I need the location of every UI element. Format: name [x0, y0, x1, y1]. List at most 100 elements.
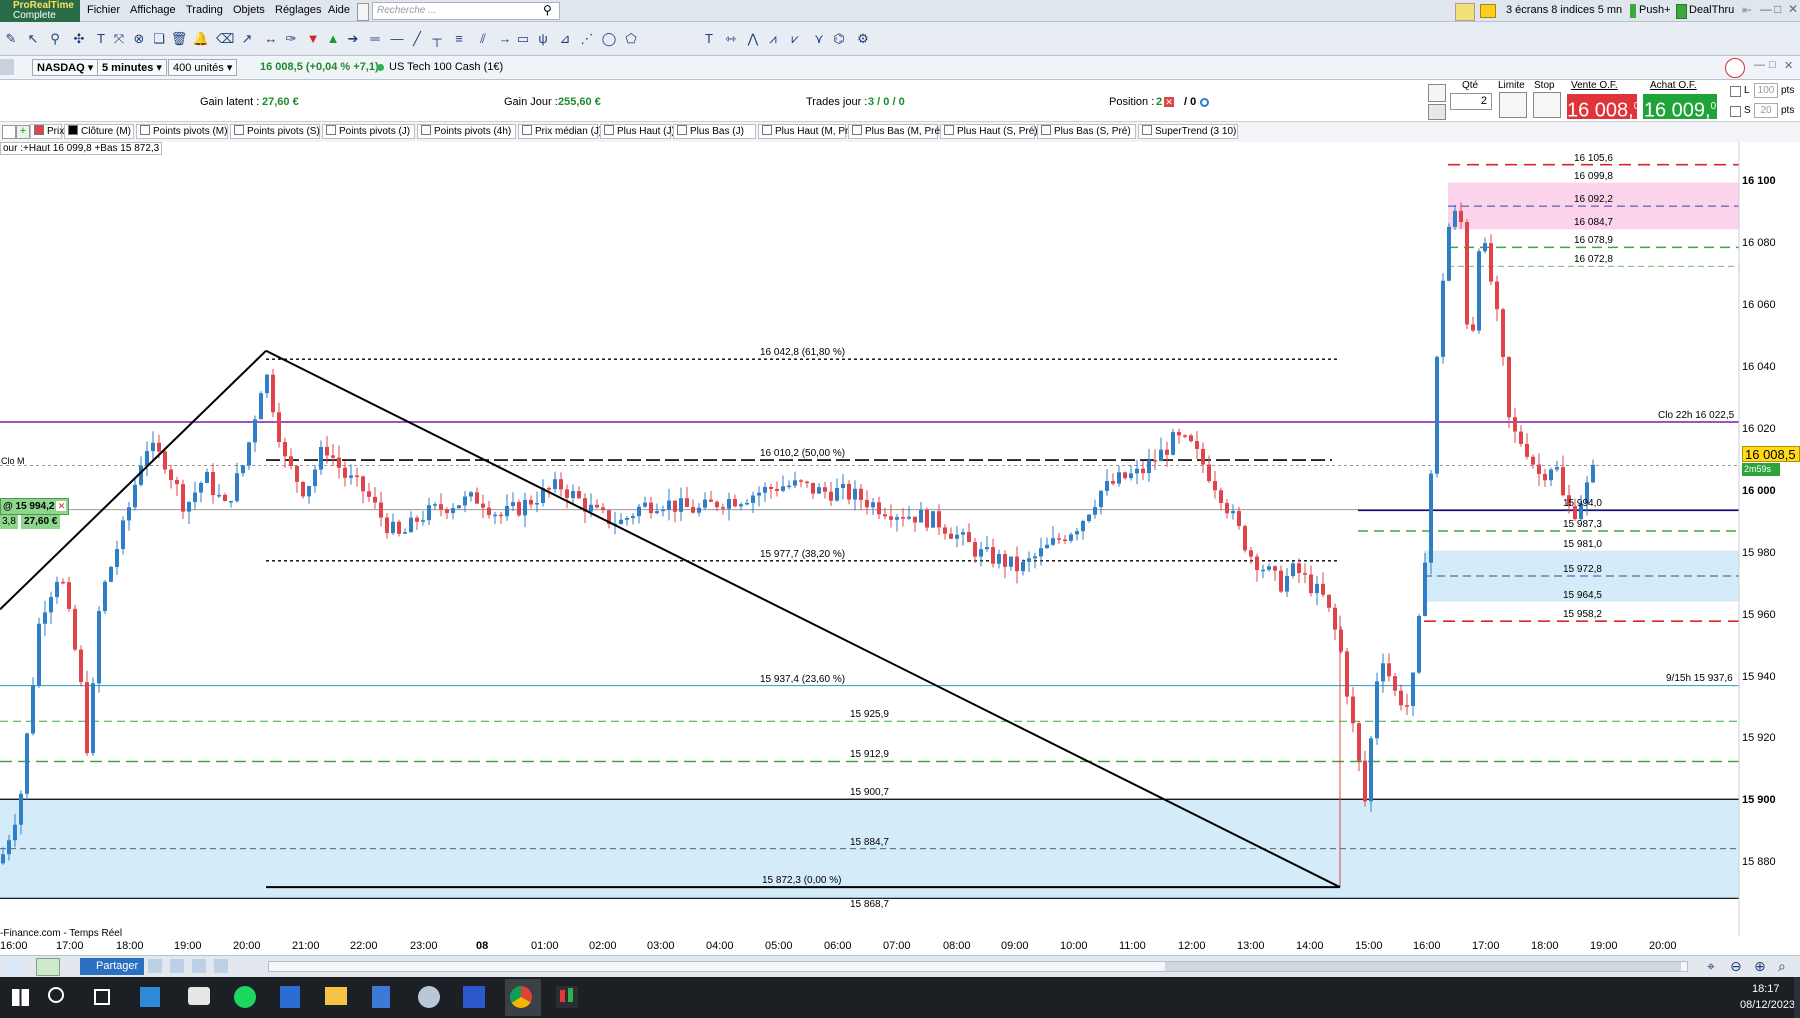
- task-view-icon[interactable]: [94, 989, 110, 1005]
- pattern5-icon[interactable]: ⌬: [830, 30, 848, 48]
- add-indicator-icon[interactable]: +: [16, 125, 30, 139]
- indicator-checkbox[interactable]: [68, 125, 78, 135]
- diagonal-line-icon[interactable]: ╱: [408, 30, 426, 48]
- search-taskbar-icon[interactable]: [48, 987, 64, 1003]
- calculator-icon[interactable]: [1428, 104, 1446, 120]
- channel-icon[interactable]: ≡: [450, 30, 468, 48]
- measure-icon[interactable]: ⇿: [722, 30, 740, 48]
- push-label[interactable]: Push+: [1639, 4, 1671, 16]
- menu-reglages[interactable]: Réglages: [275, 4, 321, 16]
- indicator-prix-m-dian-j[interactable]: Prix médian (J): [518, 124, 602, 139]
- calculator-app-icon[interactable]: [372, 986, 390, 1008]
- l-checkbox[interactable]: [1730, 86, 1741, 97]
- sync-icon[interactable]: [1725, 58, 1745, 78]
- settings-icon[interactable]: ⚙: [854, 30, 872, 48]
- pencil-icon[interactable]: [1455, 3, 1475, 21]
- trash-icon[interactable]: 🗑: [170, 30, 188, 48]
- pitchfork-icon[interactable]: ψ: [534, 30, 552, 48]
- spotify-icon[interactable]: [234, 986, 256, 1008]
- buy-arrow-icon[interactable]: ▲: [324, 30, 342, 48]
- instrument-handle[interactable]: [0, 59, 14, 75]
- indicator-prix[interactable]: Prix: [30, 124, 64, 139]
- indicator-plus-bas-j[interactable]: Plus Bas (J): [673, 124, 756, 139]
- indicator-checkbox[interactable]: [421, 125, 431, 135]
- ray-icon[interactable]: →: [496, 30, 514, 48]
- pattern4-icon[interactable]: ⋎: [810, 30, 828, 48]
- indicator-points-pivots-4h[interactable]: Points pivots (4h): [417, 124, 516, 139]
- layout-label[interactable]: 3 écrans 8 indices 5 mn: [1506, 4, 1622, 16]
- menu-aide[interactable]: Aide: [328, 4, 350, 16]
- indicator-plus-bas-m-pr[interactable]: Plus Bas (M, Pré): [848, 124, 943, 139]
- indicator-plus-bas-s-pr[interactable]: Plus Bas (S, Pré): [1037, 124, 1136, 139]
- indicator-checkbox[interactable]: [34, 125, 44, 135]
- close-icon[interactable]: ✕: [1788, 2, 1798, 16]
- minimize-icon[interactable]: —: [1760, 2, 1772, 16]
- windows-start-icon[interactable]: [12, 989, 29, 1006]
- close-position-icon[interactable]: ✕: [1164, 97, 1174, 107]
- sell-arrow-icon[interactable]: ▼: [304, 30, 322, 48]
- drive-icon[interactable]: [188, 987, 210, 1005]
- fan-icon[interactable]: ⋰: [578, 30, 596, 48]
- indicator-plus-haut-m-pr[interactable]: Plus Haut (M, Pré): [758, 124, 857, 139]
- chrome-icon[interactable]: [510, 986, 532, 1008]
- arrow-right-icon[interactable]: ➔: [344, 30, 362, 48]
- cursor-icon[interactable]: ↖: [24, 30, 42, 48]
- s-points-input[interactable]: 20: [1754, 103, 1778, 118]
- brush-icon[interactable]: ✑: [282, 30, 300, 48]
- indicator-checkbox[interactable]: [1041, 125, 1051, 135]
- prorealtime-taskbar-icon[interactable]: [556, 986, 578, 1008]
- zoom-in-icon[interactable]: ⊕: [1754, 958, 1766, 975]
- search-input[interactable]: Recherche ...: [372, 2, 560, 20]
- timeframe-select[interactable]: 5 minutes ▾: [97, 59, 167, 76]
- poly-icon[interactable]: ⬠: [622, 30, 640, 48]
- l-points-input[interactable]: 100: [1754, 83, 1778, 98]
- indicator-checkbox[interactable]: [677, 125, 687, 135]
- gann-icon[interactable]: ⊿: [556, 30, 574, 48]
- buy-button[interactable]: 16 009,0: [1643, 94, 1717, 122]
- indicator-cl-ture-m[interactable]: Clôture (M): [64, 124, 134, 139]
- scrollbar-thumb[interactable]: [1165, 962, 1681, 971]
- alert-icon[interactable]: 🔔: [192, 30, 210, 48]
- pattern1-icon[interactable]: ⋀: [744, 30, 762, 48]
- delete-icon[interactable]: ⌫: [216, 30, 234, 48]
- indicator-points-pivots-j[interactable]: Points pivots (J): [322, 124, 415, 139]
- zoom-fit-icon[interactable]: ⌖: [1707, 958, 1715, 975]
- menu-trading[interactable]: Trading: [186, 4, 223, 16]
- folder-icon[interactable]: [1480, 4, 1496, 18]
- print-icon[interactable]: [192, 959, 206, 973]
- indicator-checkbox[interactable]: [852, 125, 862, 135]
- zoom-reset-icon[interactable]: ⌕: [1778, 958, 1786, 975]
- position-tag[interactable]: @ 15 994,2 ✕: [0, 498, 70, 515]
- indicator-plus-haut-s-pr[interactable]: Plus Haut (S, Pré): [940, 124, 1038, 139]
- indicator-checkbox[interactable]: [522, 125, 532, 135]
- arrow-line-icon[interactable]: ↗: [238, 30, 256, 48]
- store-icon[interactable]: [140, 987, 160, 1007]
- text-tool-icon[interactable]: T: [700, 30, 718, 48]
- back-icon[interactable]: ⇤: [1742, 3, 1752, 17]
- share-button[interactable]: Partager: [80, 958, 145, 975]
- ellipse-icon[interactable]: ◯: [600, 30, 618, 48]
- market-select[interactable]: NASDAQ ▾: [32, 59, 99, 76]
- menu-objets[interactable]: Objets: [233, 4, 265, 16]
- vscode-icon[interactable]: [463, 986, 485, 1008]
- search-icon[interactable]: ⚲: [543, 3, 552, 17]
- indicator-checkbox[interactable]: [326, 125, 336, 135]
- hline-icon[interactable]: —: [388, 30, 406, 48]
- window-icon[interactable]: [214, 959, 228, 973]
- duplicate-icon[interactable]: [148, 959, 162, 973]
- copy-icon[interactable]: ❏: [150, 30, 168, 48]
- segment-icon[interactable]: ↔: [262, 30, 280, 48]
- pen-icon[interactable]: [4, 959, 22, 974]
- chart-maximize-icon[interactable]: □: [1769, 59, 1776, 71]
- lock-icon[interactable]: ⊗: [130, 30, 148, 48]
- save-image-icon[interactable]: [170, 959, 184, 973]
- menu-affichage[interactable]: Affichage: [130, 4, 176, 16]
- indicator-points-pivots-m[interactable]: Points pivots (M): [136, 124, 228, 139]
- collapse-icon[interactable]: [2, 125, 16, 139]
- close-tag-icon[interactable]: ✕: [56, 501, 67, 511]
- indicator-checkbox[interactable]: [604, 125, 614, 135]
- price-chart[interactable]: [0, 142, 1800, 936]
- pattern2-icon[interactable]: ⩘: [764, 30, 782, 48]
- sell-button[interactable]: 16 008,0: [1567, 94, 1639, 122]
- menu-fichier[interactable]: Fichier: [87, 4, 120, 16]
